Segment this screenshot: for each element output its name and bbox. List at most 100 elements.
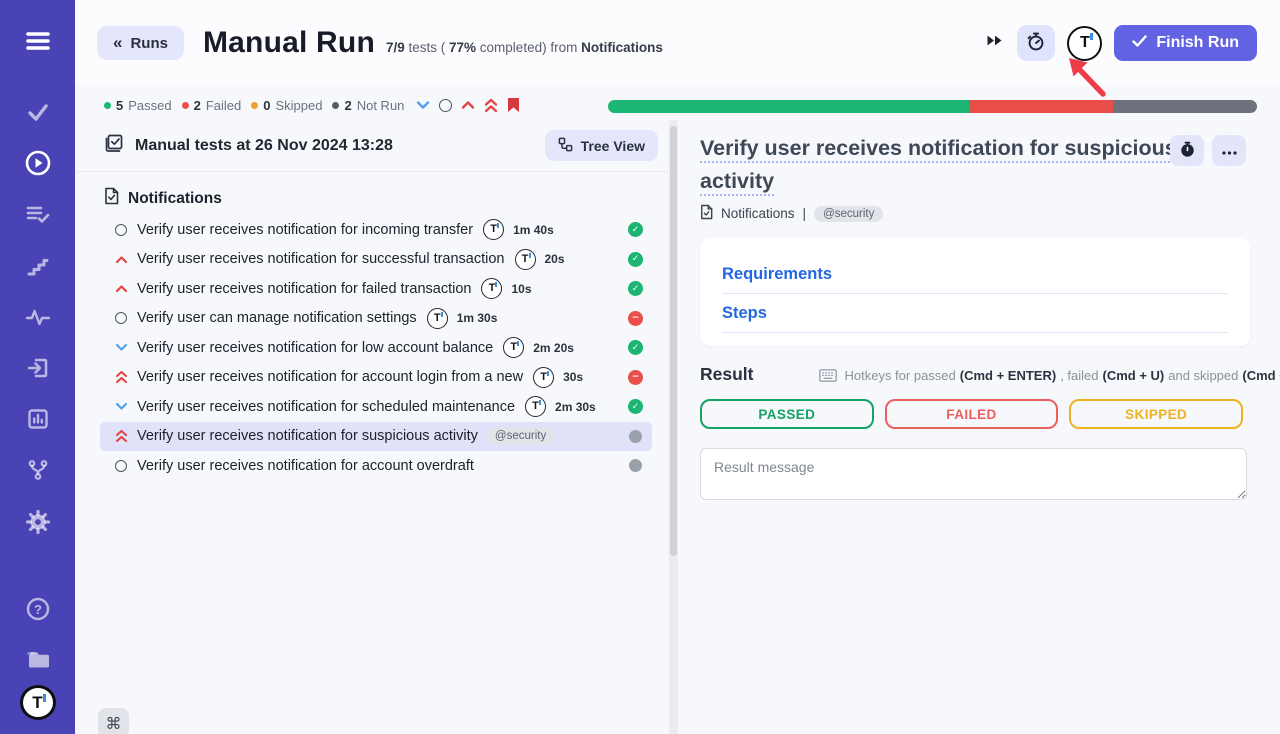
test-row[interactable]: Verify user can manage notification sett… (100, 304, 652, 334)
status-count-passed[interactable]: 5Passed (104, 98, 172, 113)
back-to-runs-label: Runs (130, 35, 168, 52)
test-row[interactable]: Verify user receives notification for su… (100, 245, 652, 275)
check-icon[interactable] (23, 97, 53, 126)
topbar: « Runs Manual Run 7/9 tests ( 77% comple… (75, 0, 1280, 86)
test-detail-title[interactable]: Verify user receives notification for su… (700, 132, 1178, 198)
activity-icon[interactable] (23, 302, 53, 331)
section-requirements[interactable]: Requirements (722, 255, 1228, 294)
test-list: Verify user receives notification for in… (100, 215, 652, 481)
stopwatch-icon (1026, 31, 1046, 55)
double-chevron-up-icon[interactable] (484, 98, 498, 113)
back-to-runs-button[interactable]: « Runs (97, 26, 184, 60)
testomat-badge-icon: T (483, 219, 504, 240)
testomat-badge-icon: T (427, 308, 448, 329)
test-row[interactable]: Verify user receives notification for sc… (100, 392, 652, 422)
branch-icon[interactable] (23, 456, 53, 485)
status-count-not-run[interactable]: 2Not Run (332, 98, 404, 113)
status-dot-icon (251, 102, 258, 109)
test-duration: 2m 30s (555, 400, 596, 414)
breadcrumb-suite[interactable]: Notifications (721, 206, 795, 221)
chevron-down-icon[interactable] (416, 100, 430, 110)
test-title: Verify user receives notification for fa… (137, 281, 471, 297)
test-title: Verify user receives notification for su… (137, 251, 505, 267)
status-failed-icon: − (628, 370, 643, 385)
priority-high-icon (115, 284, 128, 293)
steps-icon[interactable] (23, 251, 53, 280)
finish-run-label: Finish Run (1156, 34, 1239, 52)
finish-run-button[interactable]: Finish Run (1114, 25, 1257, 61)
projects-folder-icon[interactable] (23, 646, 53, 675)
priority-critical-icon (115, 370, 128, 384)
circle-priority-icon[interactable] (439, 99, 452, 112)
test-title: Verify user receives notification for su… (137, 428, 478, 444)
section-steps[interactable]: Steps (722, 294, 1228, 333)
progress-segment-passed (608, 100, 969, 113)
test-row[interactable]: Verify user receives notification for fa… (100, 274, 652, 304)
testomat-badge-icon: T (533, 367, 554, 388)
test-row[interactable]: Verify user receives notification for su… (100, 422, 652, 452)
suite-doc-icon (104, 187, 119, 210)
fast-forward-icon[interactable] (986, 34, 1003, 52)
vertical-scrollbar[interactable] (669, 120, 678, 734)
hotkeys-hint: Hotkeys for passed(Cmd + ENTER), failed(… (819, 367, 1280, 383)
tree-view-label: Tree View (581, 138, 645, 154)
keyboard-icon (819, 369, 837, 385)
test-list-panel: Manual tests at 26 Nov 2024 13:28 Tree V… (75, 120, 668, 734)
status-count-failed[interactable]: 2Failed (182, 98, 242, 113)
help-icon[interactable]: ? (23, 594, 53, 623)
progress-segment-failed (969, 100, 1113, 113)
checklist-icon[interactable] (23, 200, 53, 229)
check-icon (1132, 34, 1147, 52)
priority-filter-icons (416, 97, 520, 113)
status-dot-icon (182, 102, 189, 109)
result-label: Result (700, 364, 753, 385)
import-icon[interactable] (23, 353, 53, 382)
test-row[interactable]: Verify user receives notification for lo… (100, 333, 652, 363)
result-buttons: PASSED FAILED SKIPPED (700, 399, 1243, 429)
test-duration: 1m 40s (513, 223, 554, 237)
scrollbar-thumb[interactable] (670, 126, 677, 556)
test-row[interactable]: Verify user receives notification for ac… (100, 451, 652, 481)
testomat-logo[interactable]: T (20, 685, 56, 720)
suite-name: Notifications (128, 190, 222, 208)
result-message-input[interactable] (700, 448, 1247, 500)
doc-icon (700, 204, 713, 223)
test-row[interactable]: Verify user receives notification for in… (100, 215, 652, 245)
run-checklist-icon (104, 133, 124, 158)
failed-button[interactable]: FAILED (885, 399, 1059, 429)
stopwatch-icon (1179, 140, 1196, 161)
test-title: Verify user can manage notification sett… (137, 310, 417, 326)
test-title: Verify user receives notification for in… (137, 222, 473, 238)
command-key-button[interactable]: ⌘ (98, 708, 129, 734)
account-logo[interactable]: T (1067, 26, 1102, 61)
skipped-button[interactable]: SKIPPED (1069, 399, 1243, 429)
bookmark-icon[interactable] (507, 97, 520, 113)
settings-gear-icon[interactable] (23, 507, 53, 536)
more-actions-button[interactable] (1212, 135, 1246, 166)
suite-header[interactable]: Notifications (104, 187, 668, 210)
play-circle-icon[interactable] (23, 148, 53, 177)
timer-button[interactable] (1017, 25, 1055, 61)
status-not_run-icon (629, 459, 642, 472)
breadcrumb: Notifications | @security (700, 204, 883, 223)
test-duration: 1m 30s (457, 311, 498, 325)
testomat-badge-icon: T (525, 396, 546, 417)
test-timer-button[interactable] (1170, 135, 1204, 166)
status-count-skipped[interactable]: 0Skipped (251, 98, 322, 113)
menu-icon[interactable] (23, 26, 53, 55)
ellipsis-icon (1222, 143, 1237, 158)
tag-badge[interactable]: @security (814, 206, 883, 222)
priority-normal-icon (115, 224, 127, 236)
testomat-badge-icon: T (503, 337, 524, 358)
status-passed-icon: ✓ (628, 399, 643, 414)
passed-button[interactable]: PASSED (700, 399, 874, 429)
chevron-up-icon[interactable] (461, 100, 475, 110)
tree-view-button[interactable]: Tree View (545, 130, 658, 161)
test-title: Verify user receives notification for sc… (137, 399, 515, 415)
test-title: Verify user receives notification for lo… (137, 340, 493, 356)
report-icon[interactable] (23, 405, 53, 434)
status-passed-icon: ✓ (628, 252, 643, 267)
run-title: Manual tests at 26 Nov 2024 13:28 (135, 137, 393, 155)
run-subtitle: 7/9 tests ( 77% completed) from Notifica… (386, 40, 663, 55)
test-row[interactable]: Verify user receives notification for ac… (100, 363, 652, 393)
